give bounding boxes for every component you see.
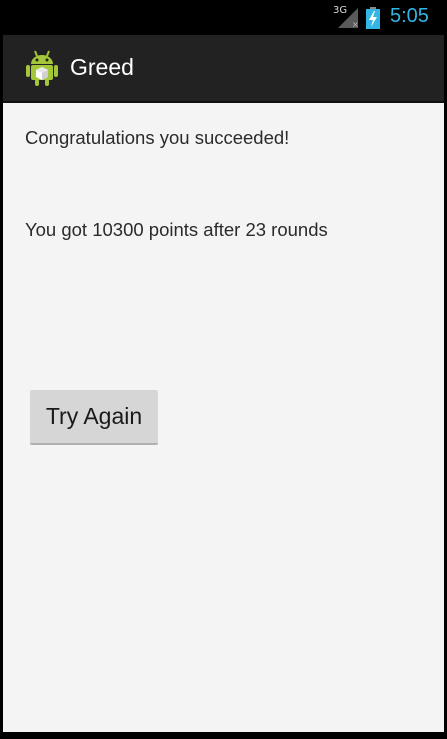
main-content: Congratulations you succeeded! You got 1… bbox=[3, 103, 444, 732]
score-message: You got 10300 points after 23 rounds bbox=[25, 219, 328, 240]
app-title: Greed bbox=[70, 54, 134, 80]
battery-charging-icon bbox=[366, 7, 380, 29]
bottom-border bbox=[0, 732, 447, 739]
status-bar: 3G × 5:05 bbox=[0, 0, 447, 35]
svg-text:×: × bbox=[352, 20, 358, 28]
success-message: Congratulations you succeeded! bbox=[25, 127, 290, 148]
status-clock: 5:05 bbox=[390, 5, 429, 27]
action-bar: Greed bbox=[3, 35, 444, 103]
try-again-button[interactable]: Try Again bbox=[30, 390, 158, 445]
signal-strength-icon: × bbox=[338, 8, 358, 28]
android-robot-icon[interactable] bbox=[23, 49, 61, 87]
phone-screen: 3G × 5:05 Greed Congratulations you succ… bbox=[0, 0, 447, 739]
